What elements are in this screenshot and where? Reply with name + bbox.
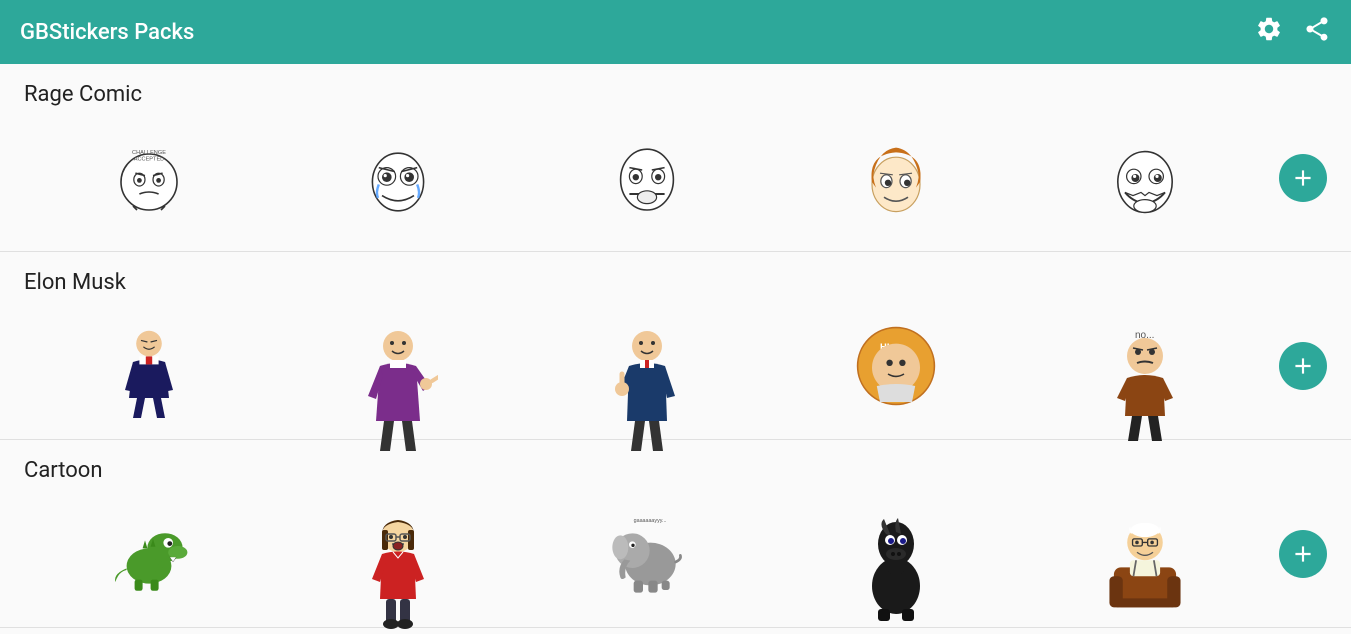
sticker-row-elon-musk: HI ... no... — [0, 305, 1351, 439]
sticker-image — [358, 514, 438, 594]
list-item: HI ... — [771, 311, 1020, 421]
list-item — [273, 499, 522, 609]
section-rage-comic: Rage Comic CHALLENGE ACCEPTED — [0, 64, 1351, 252]
sticker-row-cartoon: gaaaaaayyy... — [0, 493, 1351, 627]
settings-icon[interactable] — [1255, 15, 1283, 50]
add-button-rage-comic[interactable] — [1279, 154, 1327, 202]
svg-text:CHALLENGE: CHALLENGE — [132, 150, 166, 156]
app-header: GBStickers Packs — [0, 0, 1351, 64]
section-rm-rick: R&M Rick — [0, 628, 1351, 634]
sticker-image: CHALLENGE ACCEPTED — [109, 138, 189, 218]
list-item — [522, 123, 771, 233]
list-item — [24, 499, 273, 609]
list-item — [771, 499, 1020, 609]
sticker-image — [109, 326, 189, 406]
list-item — [771, 123, 1020, 233]
svg-text:ACCEPTED: ACCEPTED — [133, 156, 163, 162]
list-item — [24, 311, 273, 421]
share-icon[interactable] — [1303, 15, 1331, 50]
sticker-row-rage-comic: CHALLENGE ACCEPTED — [0, 117, 1351, 251]
sticker-image: no... — [1105, 326, 1185, 406]
header-actions — [1255, 15, 1331, 50]
sticker-image — [1105, 514, 1185, 594]
sticker-image — [358, 326, 438, 406]
list-item: no... — [1020, 311, 1269, 421]
sticker-image — [1105, 138, 1185, 218]
section-elon-musk: Elon Musk — [0, 252, 1351, 440]
add-button-elon-musk[interactable] — [1279, 342, 1327, 390]
app-title: GBStickers Packs — [20, 20, 194, 45]
sticker-image — [856, 514, 936, 594]
sticker-list: Rage Comic CHALLENGE ACCEPTED — [0, 64, 1351, 634]
section-title-elon-musk: Elon Musk — [0, 252, 1351, 305]
sticker-image: HI ... — [856, 326, 936, 406]
list-item — [522, 311, 771, 421]
section-cartoon: Cartoon — [0, 440, 1351, 628]
list-item — [273, 311, 522, 421]
list-item — [273, 123, 522, 233]
list-item — [1020, 123, 1269, 233]
list-item: CHALLENGE ACCEPTED — [24, 123, 273, 233]
sticker-image — [607, 326, 687, 406]
sticker-image — [109, 514, 189, 594]
list-item — [1020, 499, 1269, 609]
add-button-cartoon[interactable] — [1279, 530, 1327, 578]
sticker-image — [856, 138, 936, 218]
sticker-image — [358, 138, 438, 218]
section-title-rage-comic: Rage Comic — [0, 64, 1351, 117]
svg-text:gaaaaaayyy...: gaaaaaayyy... — [633, 518, 666, 524]
list-item: gaaaaaayyy... — [522, 499, 771, 609]
section-title-rm-rick: R&M Rick — [0, 628, 1351, 634]
sticker-image: gaaaaaayyy... — [607, 514, 687, 594]
sticker-image — [607, 138, 687, 218]
